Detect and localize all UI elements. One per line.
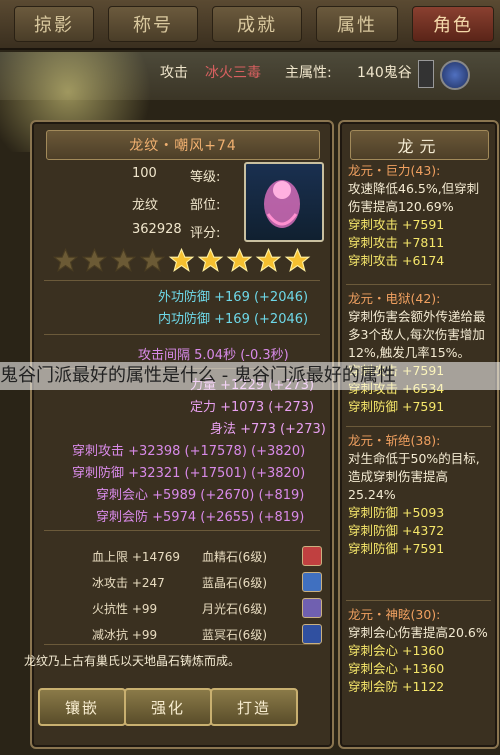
skill-stat: 穿刺攻击 +7811 (348, 235, 445, 250)
divider (44, 334, 320, 335)
gem-icon (302, 624, 322, 644)
skill-stat: 穿刺防御 +7591 (348, 399, 445, 414)
dragon-essence-panel: 龙元 龙元・巨力(43): 攻速降低46.5%,但穿刺伤害提高120.69% 穿刺攻… (338, 120, 499, 749)
item-name: 龙纹・嘲风+74 (46, 130, 320, 160)
divider (44, 644, 320, 645)
main-attr-value: 冰火三毒 (205, 65, 261, 81)
tab-attributes[interactable]: 属性 (316, 6, 398, 42)
divider (346, 600, 491, 601)
gem-slot[interactable]: 减冰抗 +99 蓝冥石(6级) (92, 622, 324, 646)
skill-stat: 穿刺防御 +4372 (348, 523, 445, 538)
skill-description: 攻速降低46.5%,但穿刺伤害提高120.69% (348, 181, 480, 214)
skill-name: 龙元・神眩(30): (348, 607, 441, 622)
gem-name: 月光石(6级) (202, 601, 267, 616)
main-attr-label: 主属性: (285, 65, 332, 81)
pierce-crit-stat: 穿刺会心 +5989 (+2670) (+819) (96, 488, 305, 503)
item-score-label: 评分: (190, 226, 221, 241)
pierce-defense-stat: 穿刺防御 +32321 (+17501) (+3820) (72, 466, 306, 481)
item-score-value: 362928 (132, 222, 182, 237)
forge-button[interactable]: 打造 (210, 688, 298, 726)
level-label: 140鬼谷 (357, 65, 412, 81)
dragon-pattern-icon (264, 180, 300, 228)
star-filled-icon (255, 247, 282, 272)
tab-gallery[interactable]: 掠影 (14, 6, 94, 42)
tab-achievements[interactable]: 成就 (212, 6, 302, 42)
skill-stat: 穿刺防御 +7591 (348, 541, 445, 556)
skill-stat: 穿刺攻击 +7591 (348, 217, 445, 232)
focus-stat: 定力 +1073 (+273) (190, 400, 315, 415)
item-description: 龙纹乃上古有巢氏以天地晶石铸炼而成。 (24, 654, 241, 668)
star-empty-icon (52, 247, 79, 272)
attack-label: 攻击 (160, 65, 188, 81)
skill-stat: 穿刺防御 +5093 (348, 505, 445, 520)
inner-defense-stat: 内功防御 +169 (+2046) (158, 312, 309, 327)
gem-effect: 血上限 +14769 (92, 549, 181, 564)
skill-stat: 穿刺会心 +1360 (348, 661, 445, 676)
top-tab-bar: 掠影 称号 成就 属性 角色 (0, 0, 500, 50)
star-empty-icon (139, 247, 166, 272)
skill-name: 龙元・斩绝(38): (348, 433, 441, 448)
star-filled-icon (168, 247, 195, 272)
skill-entry: 龙元・巨力(43): 攻速降低46.5%,但穿刺伤害提高120.69% 穿刺攻击 +… (348, 162, 491, 270)
enhance-button[interactable]: 强化 (124, 688, 212, 726)
skill-stat: 穿刺会心 +1360 (348, 643, 445, 658)
item-icon[interactable] (244, 162, 324, 242)
divider (346, 426, 491, 427)
skill-entry: 龙元・神眩(30): 穿刺会心伤害提高20.6% 穿刺会心 +1360 穿刺会心 +1… (348, 606, 491, 696)
gem-effect: 减冰抗 +99 (92, 627, 158, 642)
skill-name: 龙元・巨力(43): (348, 163, 441, 178)
faction-emblem-icon[interactable] (440, 60, 470, 90)
star-empty-icon (81, 247, 108, 272)
gem-name: 血精石(6级) (202, 549, 267, 564)
skill-name: 龙元・电狱(42): (348, 291, 441, 306)
gem-name: 蓝冥石(6级) (202, 627, 267, 642)
star-rating (52, 247, 311, 274)
item-level-label: 等级: (190, 170, 221, 185)
divider (346, 284, 491, 285)
skill-description: 穿刺会心伤害提高20.6% (348, 625, 488, 640)
item-level-value: 100 (132, 166, 157, 181)
star-empty-icon (110, 247, 137, 272)
skill-stat: 穿刺会防 +1122 (348, 679, 445, 694)
divider (44, 530, 320, 531)
gem-name: 蓝晶石(6级) (202, 575, 267, 590)
tab-titles[interactable]: 称号 (108, 6, 198, 42)
gem-slot[interactable]: 血上限 +14769 血精石(6级) (92, 544, 324, 568)
skill-stat: 穿刺攻击 +6174 (348, 253, 445, 268)
watermark-banner: 鬼谷门派最好的属性是什么 - 鬼谷门派最好的属性 (0, 362, 500, 390)
tab-character[interactable]: 角色 (412, 6, 494, 42)
gem-icon (302, 546, 322, 566)
skill-description: 对生命低于50%的目标,造成穿刺伤害提高25.24% (348, 451, 480, 502)
skill-entry: 龙元・电狱(42): 穿刺伤害会额外传递给最多3个敌人,每次伤害增加12%,触发几… (348, 290, 491, 416)
gem-icon (302, 598, 322, 618)
outer-defense-stat: 外功防御 +169 (+2046) (158, 290, 309, 305)
gem-slot[interactable]: 冰攻击 +247 蓝晶石(6级) (92, 570, 324, 594)
skill-entry: 龙元・斩绝(38): 对生命低于50%的目标,造成穿刺伤害提高25.24% 穿刺防御… (348, 432, 491, 558)
gem-effect: 冰攻击 +247 (92, 575, 165, 590)
pierce-attack-stat: 穿刺攻击 +32398 (+17578) (+3820) (72, 444, 306, 459)
gem-slot[interactable]: 火抗性 +99 月光石(6级) (92, 596, 324, 620)
skill-description: 穿刺伤害会额外传递给最多3个敌人,每次伤害增加12%,触发几率15%。 (348, 309, 486, 360)
inlay-button[interactable]: 镶嵌 (38, 688, 126, 726)
star-filled-icon (226, 247, 253, 272)
pierce-crit-defense-stat: 穿刺会防 +5974 (+2655) (+819) (96, 510, 305, 525)
school-badge-icon (418, 60, 434, 88)
star-filled-icon (284, 247, 311, 272)
item-slot-value: 龙纹 (132, 198, 159, 213)
star-filled-icon (197, 247, 224, 272)
attack-interval-stat: 攻击间隔 5.04秒 (-0.3秒) (138, 348, 289, 363)
divider (44, 280, 320, 281)
item-slot-label: 部位: (190, 198, 221, 213)
agility-stat: 身法 +773 (+273) (210, 422, 326, 437)
gem-effect: 火抗性 +99 (92, 601, 158, 616)
side-panel-title: 龙元 (350, 130, 489, 160)
gem-icon (302, 572, 322, 592)
